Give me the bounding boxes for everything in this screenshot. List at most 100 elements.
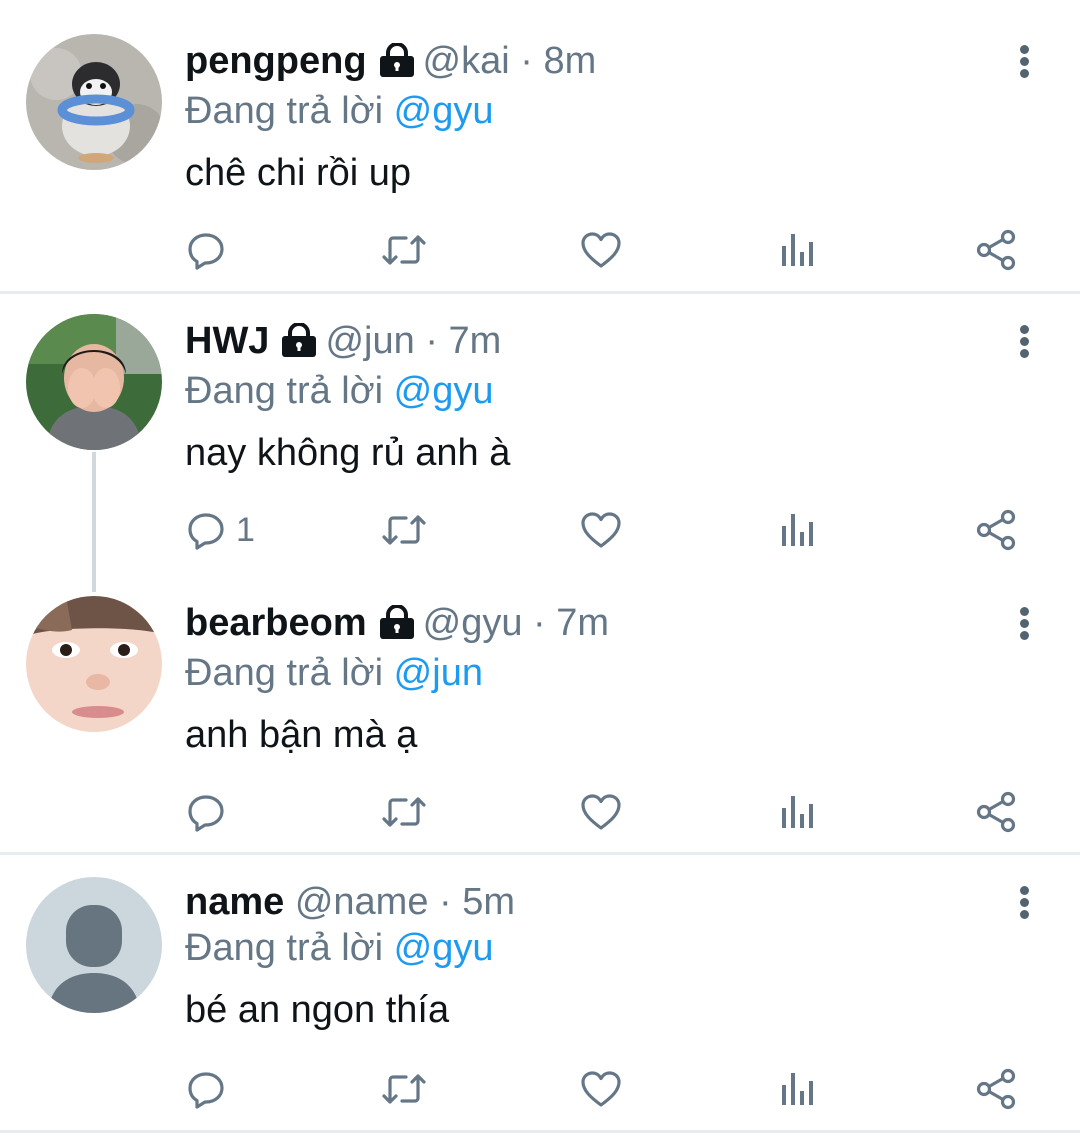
- tweet-header: name @name · 5m: [185, 879, 1000, 925]
- tweet-text: chê chi rồi up: [185, 152, 412, 194]
- analytics-icon: [782, 1073, 813, 1105]
- handle[interactable]: @kai: [423, 40, 510, 82]
- handle[interactable]: @jun: [325, 320, 414, 362]
- tweet-text: nay không rủ anh à: [185, 432, 511, 474]
- display-name[interactable]: name: [185, 881, 284, 923]
- replying-to-label: Đang trả lời: [185, 370, 384, 412]
- heart-icon: [581, 512, 621, 548]
- more-vertical-icon[interactable]: [1006, 883, 1042, 923]
- reply-icon: [188, 1072, 224, 1109]
- more-vertical-icon[interactable]: [1006, 604, 1042, 644]
- reply-button[interactable]: [186, 1065, 236, 1113]
- default-avatar: [26, 877, 162, 1013]
- person-covering-face-avatar: [26, 314, 162, 450]
- reply-button[interactable]: 1: [186, 506, 255, 554]
- timestamp[interactable]: 7m: [556, 602, 609, 644]
- tweet-text: bé an ngon thía: [185, 989, 450, 1031]
- timestamp[interactable]: 8m: [543, 40, 596, 82]
- tweet-header: bearbeom @gyu · 7m: [185, 600, 1000, 650]
- reply-count: 1: [236, 510, 255, 549]
- separator: ·: [425, 320, 438, 362]
- like-button[interactable]: [580, 1065, 622, 1113]
- retweet-icon: [382, 797, 426, 827]
- tweet-actions: [0, 226, 1080, 274]
- tweet[interactable]: pengpeng @kai · 8m Đang trả lời @gyu chê …: [0, 0, 1080, 292]
- timestamp[interactable]: 7m: [449, 320, 502, 362]
- replying-to: Đang trả lời @jun: [185, 650, 1000, 696]
- analytics-icon: [782, 796, 813, 828]
- analytics-button[interactable]: [778, 1065, 818, 1113]
- replying-to-label: Đang trả lời: [185, 90, 384, 132]
- share-button[interactable]: [975, 226, 1017, 274]
- display-name[interactable]: pengpeng: [185, 40, 367, 82]
- retweet-icon: [382, 235, 426, 265]
- share-button[interactable]: [975, 506, 1017, 554]
- like-button[interactable]: [580, 788, 622, 836]
- reply-icon: [188, 513, 224, 550]
- tweet[interactable]: HWJ @jun · 7m Đang trả lời @gyu nay không…: [0, 294, 1080, 576]
- lock-icon: [377, 42, 417, 88]
- avatar[interactable]: [26, 314, 162, 450]
- retweet-button[interactable]: [381, 506, 427, 554]
- separator: ·: [520, 40, 533, 82]
- replying-to: Đang trả lời @gyu: [185, 925, 1000, 971]
- retweet-icon: [382, 515, 426, 545]
- replying-to-mention[interactable]: @gyu: [394, 370, 494, 412]
- replying-to-mention[interactable]: @jun: [394, 652, 483, 694]
- share-icon: [976, 791, 1016, 833]
- display-name[interactable]: HWJ: [185, 320, 269, 362]
- analytics-icon: [782, 514, 813, 546]
- tweet[interactable]: bearbeom @gyu · 7m Đang trả lời @jun anh …: [0, 576, 1080, 854]
- display-name[interactable]: bearbeom: [185, 602, 367, 644]
- heart-icon: [581, 1071, 621, 1107]
- share-button[interactable]: [975, 1065, 1017, 1113]
- tweet-actions: [0, 788, 1080, 836]
- penguin-avatar: [26, 34, 162, 170]
- tweet-actions: 1: [0, 506, 1080, 554]
- tweet-actions: [0, 1065, 1080, 1113]
- handle[interactable]: @gyu: [423, 602, 523, 644]
- closeup-face-avatar: [26, 596, 162, 732]
- share-icon: [976, 229, 1016, 271]
- replying-to-mention[interactable]: @gyu: [394, 927, 494, 969]
- divider: [0, 1130, 1080, 1133]
- tweet[interactable]: name @name · 5m Đang trả lời @gyu bé an …: [0, 855, 1080, 1131]
- share-button[interactable]: [975, 788, 1017, 836]
- separator: ·: [439, 881, 452, 923]
- lock-icon: [279, 322, 319, 368]
- reply-button[interactable]: [186, 226, 236, 274]
- avatar[interactable]: [26, 877, 162, 1013]
- replying-to-mention[interactable]: @gyu: [394, 90, 494, 132]
- reply-icon: [188, 233, 224, 270]
- avatar[interactable]: [26, 34, 162, 170]
- replying-to: Đang trả lời @gyu: [185, 88, 1000, 134]
- reply-button[interactable]: [186, 788, 236, 836]
- more-vertical-icon[interactable]: [1006, 322, 1042, 362]
- share-icon: [976, 1068, 1016, 1110]
- share-icon: [976, 509, 1016, 551]
- retweet-button[interactable]: [381, 1065, 427, 1113]
- handle[interactable]: @name: [295, 881, 429, 923]
- heart-icon: [581, 794, 621, 830]
- replying-to-label: Đang trả lời: [185, 927, 384, 969]
- reply-icon: [188, 795, 224, 832]
- analytics-button[interactable]: [778, 226, 818, 274]
- more-vertical-icon[interactable]: [1006, 42, 1042, 82]
- replying-to: Đang trả lời @gyu: [185, 368, 1000, 414]
- analytics-button[interactable]: [778, 788, 818, 836]
- retweet-button[interactable]: [381, 226, 427, 274]
- separator: ·: [533, 602, 546, 644]
- lock-icon: [377, 604, 417, 650]
- analytics-icon: [782, 234, 813, 266]
- tweet-text: anh bận mà ạ: [185, 714, 418, 756]
- retweet-icon: [382, 1074, 426, 1104]
- heart-icon: [581, 232, 621, 268]
- avatar[interactable]: [26, 596, 162, 732]
- tweet-header: HWJ @jun · 7m: [185, 318, 1000, 368]
- like-button[interactable]: [580, 506, 622, 554]
- replying-to-label: Đang trả lời: [185, 652, 384, 694]
- timestamp[interactable]: 5m: [462, 881, 515, 923]
- retweet-button[interactable]: [381, 788, 427, 836]
- analytics-button[interactable]: [778, 506, 818, 554]
- like-button[interactable]: [580, 226, 622, 274]
